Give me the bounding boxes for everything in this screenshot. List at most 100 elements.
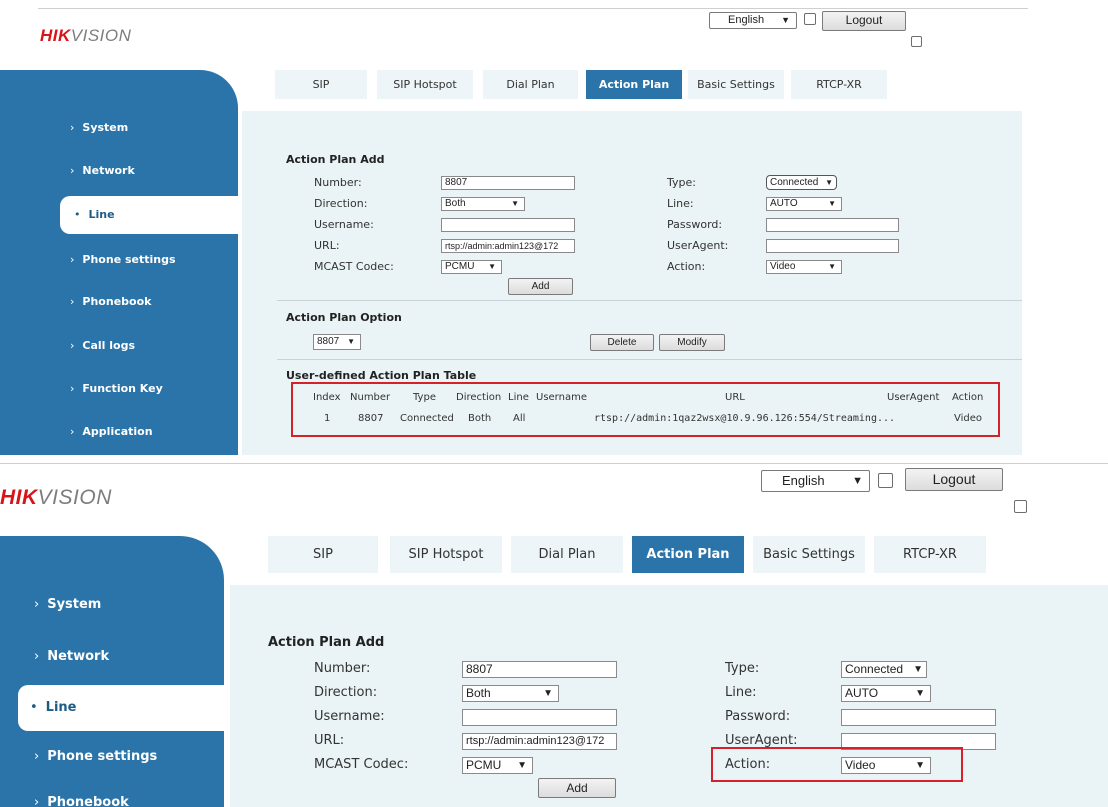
chevron-down-icon: ▼ (913, 664, 923, 675)
mcast-codec-value: PCMU (466, 758, 502, 772)
table-header-line: Line (508, 392, 529, 403)
chevron-right-icon: › (70, 382, 75, 395)
chevron-down-icon: ▼ (852, 475, 863, 487)
type-select[interactable]: Connected ▼ (841, 661, 927, 678)
chevron-right-icon: › (70, 425, 75, 438)
mcast-codec-select[interactable]: PCMU ▼ (441, 260, 502, 274)
tab-dial-plan[interactable]: Dial Plan (511, 536, 623, 573)
sidebar-item-label: Phone settings (82, 253, 176, 266)
mcast-codec-label: MCAST Codec: (314, 757, 409, 772)
sidebar-item-system[interactable]: › System (0, 597, 224, 619)
direction-label: Direction: (314, 197, 368, 210)
sidebar-item-phone-settings[interactable]: › Phone settings (0, 749, 224, 771)
add-button[interactable]: Add (538, 778, 616, 798)
sidebar-item-network[interactable]: › Network (0, 649, 224, 671)
sidebar-item-phonebook[interactable]: › Phonebook (0, 795, 224, 807)
header-checkbox-secondary[interactable] (1014, 500, 1027, 513)
chevron-down-icon: ▼ (781, 15, 790, 25)
sidebar-item-line[interactable]: • Line (18, 685, 224, 731)
username-label: Username: (314, 218, 374, 231)
sidebar-item-function-key[interactable]: › Function Key (0, 382, 238, 402)
logout-button[interactable]: Logout (905, 468, 1003, 491)
action-plan-select-value: 8807 (317, 336, 340, 347)
mcast-codec-select[interactable]: PCMU ▼ (462, 757, 533, 774)
type-value: Connected (770, 177, 819, 188)
chevron-right-icon: › (70, 253, 75, 266)
add-button[interactable]: Add (508, 278, 573, 295)
direction-label: Direction: (314, 685, 378, 700)
line-label: Line: (667, 197, 694, 210)
url-input[interactable]: rtsp://admin:admin123@172 (462, 733, 617, 750)
language-select[interactable]: English ▼ (709, 12, 797, 29)
modify-button[interactable]: Modify (659, 334, 725, 351)
chevron-down-icon: ▼ (915, 688, 925, 699)
tab-sip-hotspot[interactable]: SIP Hotspot (377, 70, 473, 99)
password-input[interactable] (841, 709, 996, 726)
action-select[interactable]: Video ▼ (841, 757, 931, 774)
action-select[interactable]: Video ▼ (766, 260, 842, 274)
tab-action-plan[interactable]: Action Plan (586, 70, 682, 99)
sidebar-item-call-logs[interactable]: › Call logs (0, 339, 238, 359)
username-input[interactable] (441, 218, 575, 232)
direction-select[interactable]: Both ▼ (441, 197, 525, 211)
tab-sip[interactable]: SIP (275, 70, 367, 99)
useragent-input[interactable] (766, 239, 899, 253)
sidebar-item-application[interactable]: › Application (0, 425, 238, 445)
direction-select[interactable]: Both ▼ (462, 685, 559, 702)
action-plan-select[interactable]: 8807 ▼ (313, 334, 361, 350)
language-select[interactable]: English ▼ (761, 470, 870, 492)
sidebar-item-label: Network (82, 164, 135, 177)
header-checkbox-secondary[interactable] (911, 36, 922, 47)
bullet-icon: • (74, 208, 81, 221)
line-select[interactable]: AUTO ▼ (841, 685, 931, 702)
chevron-down-icon: ▼ (828, 199, 836, 208)
number-input[interactable]: 8807 (462, 661, 617, 678)
username-input[interactable] (462, 709, 617, 726)
password-input[interactable] (766, 218, 899, 232)
logo-vision-text: VISION (37, 486, 112, 509)
sidebar-item-system[interactable]: › System (0, 121, 238, 141)
password-label: Password: (667, 218, 723, 231)
direction-value: Both (445, 198, 466, 209)
sidebar-item-phonebook[interactable]: › Phonebook (0, 295, 238, 315)
chevron-down-icon: ▼ (517, 760, 527, 771)
sidebar-item-label: Application (82, 425, 153, 438)
sidebar-item-label: Network (47, 649, 110, 664)
header-checkbox[interactable] (804, 13, 816, 25)
username-label: Username: (314, 709, 385, 724)
line-value: AUTO (770, 198, 798, 209)
delete-button[interactable]: Delete (590, 334, 654, 351)
mcast-codec-label: MCAST Codec: (314, 260, 394, 273)
tab-rtcp-xr[interactable]: RTCP-XR (874, 536, 986, 573)
table-cell-action: Video (954, 413, 983, 424)
tab-action-plan[interactable]: Action Plan (632, 536, 744, 573)
tab-basic-settings[interactable]: Basic Settings (688, 70, 784, 99)
sidebar-item-label: Phonebook (82, 295, 152, 308)
sidebar-item-label: Phonebook (47, 795, 129, 807)
sidebar-item-label: System (82, 121, 129, 134)
line-value: AUTO (845, 686, 879, 700)
sidebar-item-phone-settings[interactable]: › Phone settings (0, 253, 238, 273)
tab-sip[interactable]: SIP (268, 536, 378, 573)
tab-rtcp-xr[interactable]: RTCP-XR (791, 70, 887, 99)
table-cell-number: 8807 (358, 413, 384, 424)
tab-dial-plan[interactable]: Dial Plan (483, 70, 578, 99)
number-label: Number: (314, 176, 362, 189)
tab-basic-settings[interactable]: Basic Settings (753, 536, 865, 573)
table-header-action: Action (952, 392, 984, 403)
line-select[interactable]: AUTO ▼ (766, 197, 842, 211)
useragent-label: UserAgent: (725, 733, 798, 748)
url-input[interactable]: rtsp://admin:admin123@172 (441, 239, 575, 253)
type-select[interactable]: Connected ▼ (766, 175, 837, 190)
sidebar-item-line[interactable]: • Line (60, 196, 238, 234)
logout-button[interactable]: Logout (822, 11, 906, 31)
table-cell-line: All (513, 413, 526, 424)
table-header-direction: Direction (456, 392, 502, 403)
table-cell-type: Connected (400, 413, 454, 424)
table-header-url: URL (725, 392, 745, 403)
number-input[interactable]: 8807 (441, 176, 575, 190)
action-value: Video (770, 261, 796, 272)
header-checkbox[interactable] (878, 473, 893, 488)
sidebar-item-network[interactable]: › Network (0, 164, 238, 184)
tab-sip-hotspot[interactable]: SIP Hotspot (390, 536, 502, 573)
